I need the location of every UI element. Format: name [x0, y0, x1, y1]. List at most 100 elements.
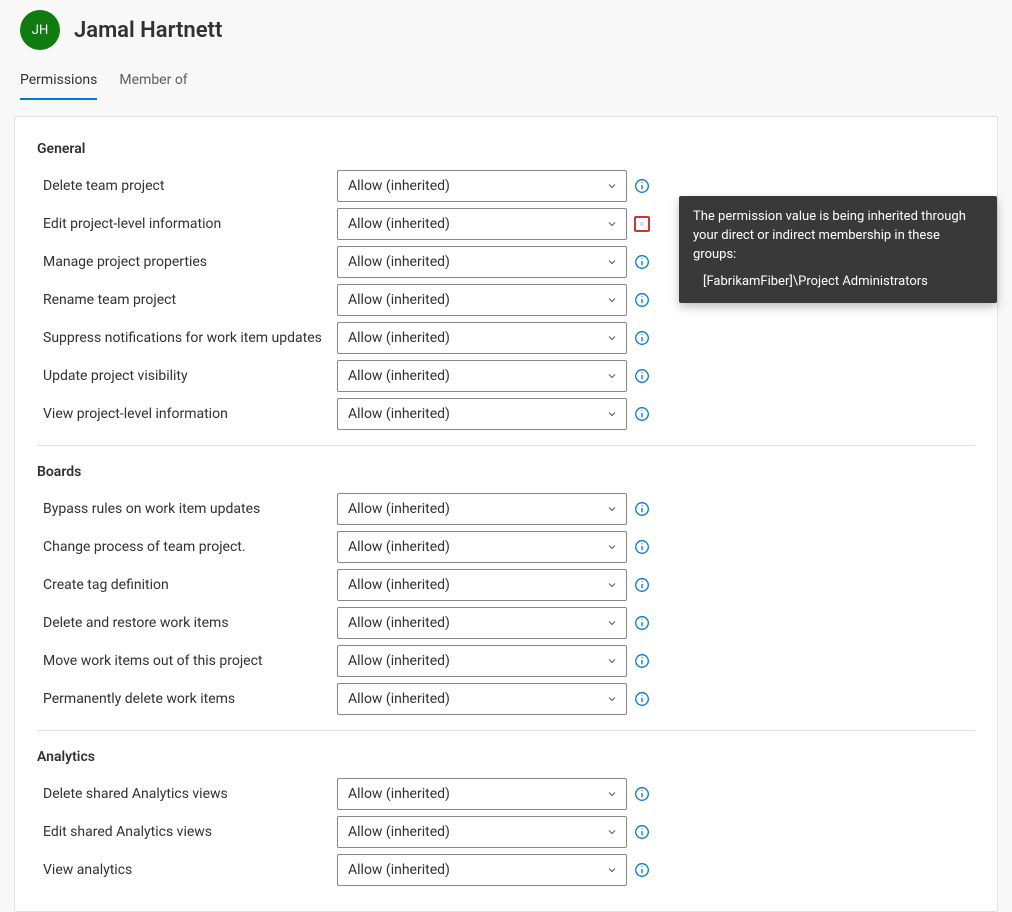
tab-permissions[interactable]: Permissions — [20, 72, 97, 100]
permission-label: Manage project properties — [37, 254, 337, 270]
permission-select[interactable]: Allow (inherited) — [337, 569, 627, 601]
permission-select[interactable]: Allow (inherited) — [337, 854, 627, 886]
info-wrap — [627, 406, 657, 422]
user-name: Jamal Hartnett — [74, 18, 222, 43]
chevron-down-icon — [606, 256, 618, 268]
info-wrap — [627, 254, 657, 270]
permission-select[interactable]: Allow (inherited) — [337, 360, 627, 392]
chevron-down-icon — [606, 579, 618, 591]
permission-value: Allow (inherited) — [348, 653, 450, 669]
chevron-down-icon — [606, 332, 618, 344]
permission-select[interactable]: Allow (inherited) — [337, 645, 627, 677]
permission-select[interactable]: Allow (inherited) — [337, 816, 627, 848]
info-wrap — [627, 653, 657, 669]
info-icon[interactable] — [634, 178, 650, 194]
permission-value: Allow (inherited) — [348, 254, 450, 270]
info-icon[interactable] — [634, 292, 650, 308]
chevron-down-icon — [606, 294, 618, 306]
tab-label: Permissions — [20, 72, 97, 88]
permission-label: Delete team project — [37, 178, 337, 194]
tab-bar: Permissions Member of — [0, 56, 1012, 100]
info-icon[interactable] — [634, 615, 650, 631]
chevron-down-icon — [606, 617, 618, 629]
tab-label: Member of — [119, 72, 187, 88]
info-icon[interactable] — [634, 406, 650, 422]
permission-select[interactable]: Allow (inherited) — [337, 208, 627, 240]
chevron-down-icon — [606, 788, 618, 800]
permission-label: Move work items out of this project — [37, 653, 337, 669]
permission-select[interactable]: Allow (inherited) — [337, 170, 627, 202]
info-wrap — [627, 539, 657, 555]
permission-row: Update project visibilityAllow (inherite… — [37, 357, 975, 395]
info-wrap — [627, 577, 657, 593]
info-icon[interactable] — [634, 330, 650, 346]
permission-label: Bypass rules on work item updates — [37, 501, 337, 517]
chevron-down-icon — [606, 864, 618, 876]
permission-label: Delete shared Analytics views — [37, 786, 337, 802]
permission-select[interactable]: Allow (inherited) — [337, 246, 627, 278]
avatar: JH — [20, 10, 60, 50]
permission-label: Suppress notifications for work item upd… — [37, 330, 337, 346]
chevron-down-icon — [606, 503, 618, 515]
permission-value: Allow (inherited) — [348, 501, 450, 517]
permission-select[interactable]: Allow (inherited) — [337, 531, 627, 563]
permission-select[interactable]: Allow (inherited) — [337, 607, 627, 639]
info-wrap — [627, 222, 657, 226]
permission-select[interactable]: Allow (inherited) — [337, 398, 627, 430]
info-icon[interactable] — [634, 539, 650, 555]
info-icon[interactable] — [634, 691, 650, 707]
permission-value: Allow (inherited) — [348, 368, 450, 384]
section-divider — [37, 445, 975, 446]
user-header: JH Jamal Hartnett — [0, 0, 1012, 56]
permission-select[interactable]: Allow (inherited) — [337, 778, 627, 810]
info-icon[interactable] — [634, 786, 650, 802]
permission-value: Allow (inherited) — [348, 577, 450, 593]
info-icon[interactable] — [634, 216, 650, 232]
info-wrap — [627, 615, 657, 631]
permission-row: View project-level informationAllow (inh… — [37, 395, 975, 433]
info-wrap — [627, 330, 657, 346]
info-icon[interactable] — [634, 254, 650, 270]
tooltip-groups: [FabrikamFiber]\Project Administrators — [693, 273, 983, 292]
page-root: JH Jamal Hartnett Permissions Member of … — [0, 0, 1012, 912]
permission-row: Suppress notifications for work item upd… — [37, 319, 975, 357]
info-icon[interactable] — [634, 862, 650, 878]
permission-row: View analyticsAllow (inherited) — [37, 851, 975, 889]
info-wrap — [627, 178, 657, 194]
permission-value: Allow (inherited) — [348, 292, 450, 308]
info-icon[interactable] — [634, 577, 650, 593]
info-wrap — [627, 786, 657, 802]
section-divider — [37, 730, 975, 731]
info-wrap — [627, 368, 657, 384]
info-icon[interactable] — [634, 653, 650, 669]
permissions-section: BoardsBypass rules on work item updatesA… — [37, 464, 975, 731]
permission-label: Create tag definition — [37, 577, 337, 593]
chevron-down-icon — [606, 693, 618, 705]
tab-member-of[interactable]: Member of — [119, 72, 187, 100]
permission-label: Change process of team project. — [37, 539, 337, 555]
section-title: Boards — [37, 464, 975, 480]
info-wrap — [627, 691, 657, 707]
permission-select[interactable]: Allow (inherited) — [337, 322, 627, 354]
avatar-initials: JH — [32, 23, 48, 38]
permission-select[interactable]: Allow (inherited) — [337, 493, 627, 525]
info-icon[interactable] — [634, 368, 650, 384]
section-title: General — [37, 141, 975, 157]
permission-label: Delete and restore work items — [37, 615, 337, 631]
permission-value: Allow (inherited) — [348, 330, 450, 346]
permission-value: Allow (inherited) — [348, 178, 450, 194]
info-icon[interactable] — [634, 501, 650, 517]
permission-select[interactable]: Allow (inherited) — [337, 284, 627, 316]
permission-label: View analytics — [37, 862, 337, 878]
permission-row: Edit shared Analytics viewsAllow (inheri… — [37, 813, 975, 851]
permission-value: Allow (inherited) — [348, 406, 450, 422]
info-wrap — [627, 862, 657, 878]
permission-label: Edit project-level information — [37, 216, 337, 232]
permission-row: Move work items out of this project Allow… — [37, 642, 975, 680]
permission-select[interactable]: Allow (inherited) — [337, 683, 627, 715]
permission-value: Allow (inherited) — [348, 615, 450, 631]
permission-row: Change process of team project.Allow (in… — [37, 528, 975, 566]
tooltip-text: The permission value is being inherited … — [693, 208, 983, 265]
permissions-section: AnalyticsDelete shared Analytics viewsAl… — [37, 749, 975, 889]
permission-row: Create tag definition Allow (inherited) — [37, 566, 975, 604]
